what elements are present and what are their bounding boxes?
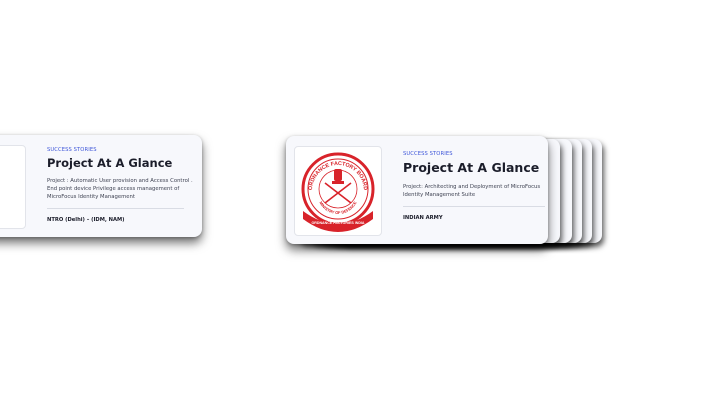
svg-text:ORDNANCE FACTORIES INDIA: ORDNANCE FACTORIES INDIA [311,221,364,225]
divider [403,206,545,207]
client-logo [0,145,26,229]
card-title: Project At A Glance [403,160,540,175]
divider [47,208,184,209]
eyebrow-label: SUCCESS STORIES [47,147,97,153]
ordnance-factory-board-seal-icon: ORDNANCE FACTORY BOARD MINISTRY OF DEFEN… [301,152,375,232]
success-story-card[interactable]: ORDNANCE FACTORY BOARD MINISTRY OF DEFEN… [286,136,548,244]
success-story-card[interactable]: SUCCESS STORIES Project At A Glance Proj… [0,135,202,237]
carousel-stage: SUCCESS STORIES Project At A Glance Proj… [0,0,720,405]
card-title: Project At A Glance [47,156,173,170]
emblem-seal-icon [0,146,25,228]
client-name: INDIAN ARMY [403,215,443,221]
client-logo: ORDNANCE FACTORY BOARD MINISTRY OF DEFEN… [294,146,382,236]
project-description: Project : Automatic User provision and A… [47,178,193,200]
client-name: NTRO (Delhi) – (IDM, NAM) [47,217,125,223]
project-description: Project: Architecting and Deployment of … [403,184,541,198]
eyebrow-label: SUCCESS STORIES [403,151,453,157]
